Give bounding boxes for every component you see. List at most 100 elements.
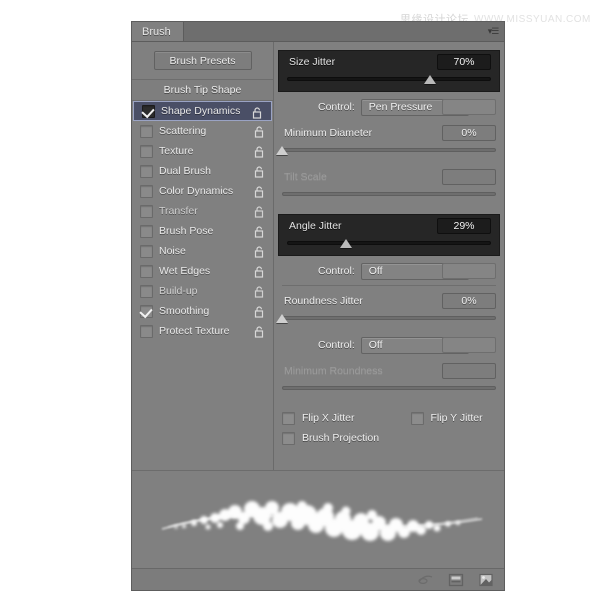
new-brush-icon[interactable] (478, 572, 494, 587)
angle-jitter-slider[interactable] (287, 237, 491, 253)
tab-strip-filler (183, 22, 482, 41)
roundness-jitter-track (282, 316, 496, 320)
checkbox-brush-projection[interactable] (282, 431, 295, 445)
angle-jitter-value[interactable]: 29% (437, 218, 491, 234)
minimum-diameter-thumb[interactable] (276, 146, 288, 155)
panel-menu-icon[interactable]: ▾☰ (482, 22, 504, 41)
lock-open-icon[interactable] (254, 285, 265, 298)
checkbox-build-up[interactable] (140, 284, 153, 298)
checkbox-transfer[interactable] (140, 204, 153, 218)
brush-tip-shape-label: Brush Tip Shape (163, 84, 242, 96)
sidebar-item-brush-tip-shape[interactable]: Brush Tip Shape (132, 79, 273, 101)
checkbox-flip-x-jitter[interactable] (282, 411, 295, 425)
brush-presets-button[interactable]: Brush Presets (153, 51, 252, 70)
checkbox-shape-dynamics[interactable] (142, 104, 155, 118)
sidebar-item-label: Transfer (159, 205, 198, 217)
screenshot-root: 思缘设计论坛 WWW.MISSYUAN.COM Brush ▾☰ Brush P… (0, 0, 600, 613)
sidebar-item-label: Protect Texture (159, 325, 230, 337)
size-control-row: Control: Pen Pressure (274, 96, 504, 118)
angle-jitter-track (287, 241, 491, 245)
sidebar-item-label: Brush Pose (159, 225, 214, 237)
roundness-control-value: Off (368, 339, 383, 351)
sidebar-item-noise[interactable]: Noise (132, 241, 273, 261)
brush-panel: Brush ▾☰ Brush Presets Brush Tip Shape S… (131, 21, 505, 591)
brush-stroke-icon[interactable] (418, 572, 434, 587)
angle-jitter-block: Angle Jitter 29% (278, 214, 500, 256)
checkbox-brush-pose[interactable] (140, 224, 153, 238)
sidebar-item-transfer[interactable]: Transfer (132, 201, 273, 221)
lock-open-icon[interactable] (254, 245, 265, 258)
lock-open-icon[interactable] (254, 185, 265, 198)
lock-open-icon[interactable] (254, 165, 265, 178)
roundness-jitter-label: Roundness Jitter (284, 295, 363, 307)
tab-brush[interactable]: Brush (132, 22, 184, 41)
minimum-roundness-track (282, 386, 496, 390)
size-jitter-thumb[interactable] (423, 75, 436, 84)
checkbox-noise[interactable] (140, 244, 153, 258)
sidebar-item-build-up[interactable]: Build-up (132, 281, 273, 301)
angle-control-value: Off (368, 265, 383, 277)
tilt-scale-track (282, 192, 496, 196)
minimum-diameter-track (282, 148, 496, 152)
brush-stroke-preview (132, 470, 504, 571)
lock-open-icon[interactable] (254, 125, 265, 138)
checkbox-color-dynamics[interactable] (140, 184, 153, 198)
tilt-scale-value (442, 169, 496, 185)
flip-jitter-line: Flip X Jitter Flip Y Jitter (282, 408, 504, 428)
sidebar-item-wet-edges[interactable]: Wet Edges (132, 261, 273, 281)
sidebar-item-shape-dynamics[interactable]: Shape Dynamics (133, 101, 272, 121)
minimum-diameter-row: Minimum Diameter 0% (274, 122, 504, 144)
roundness-jitter-thumb[interactable] (276, 314, 288, 323)
sidebar-item-label: Color Dynamics (159, 185, 234, 197)
divider (282, 285, 496, 286)
sidebar-item-texture[interactable]: Texture (132, 141, 273, 161)
minimum-roundness-row: Minimum Roundness (274, 360, 504, 382)
lock-open-icon[interactable] (254, 265, 265, 278)
size-jitter-row: Size Jitter 70% (279, 51, 499, 73)
panel-menu-glyph: ▾☰ (487, 26, 500, 36)
flip-y-jitter-label: Flip Y Jitter (430, 412, 483, 424)
size-jitter-slider[interactable] (287, 73, 491, 89)
checkbox-flip-y-jitter[interactable] (410, 411, 424, 425)
checkbox-protect-texture[interactable] (140, 324, 153, 338)
lock-open-icon[interactable] (254, 205, 265, 218)
jitter-checkbox-area: Flip X Jitter Flip Y Jitter Brush Projec… (274, 400, 504, 448)
size-jitter-value[interactable]: 70% (437, 54, 491, 70)
lock-open-icon[interactable] (254, 225, 265, 238)
roundness-jitter-slider[interactable] (276, 312, 496, 328)
minimum-diameter-slider[interactable] (276, 144, 496, 160)
minimum-roundness-value (442, 363, 496, 379)
checkbox-scattering[interactable] (140, 124, 153, 138)
sidebar-item-scattering[interactable]: Scattering (132, 121, 273, 141)
sidebar-item-dual-brush[interactable]: Dual Brush (132, 161, 273, 181)
new-preset-icon[interactable] (448, 572, 464, 587)
sidebar-item-label: Dual Brush (159, 165, 211, 177)
sidebar-item-brush-pose[interactable]: Brush Pose (132, 221, 273, 241)
panel-tab-strip: Brush ▾☰ (132, 22, 504, 42)
sidebar-item-protect-texture[interactable]: Protect Texture (132, 321, 273, 341)
sidebar-item-smoothing[interactable]: Smoothing (132, 301, 273, 321)
sidebar-item-label: Build-up (159, 285, 198, 297)
size-control-value: Pen Pressure (368, 101, 433, 113)
checkbox-wet-edges[interactable] (140, 264, 153, 278)
angle-control-spacer (442, 263, 496, 279)
sidebar-item-label: Scattering (159, 125, 207, 137)
lock-open-icon[interactable] (254, 305, 265, 318)
checkbox-smoothing[interactable] (140, 304, 153, 318)
size-control-spacer (442, 99, 496, 115)
checkbox-dual-brush[interactable] (140, 164, 153, 178)
panel-body: Brush Presets Brush Tip Shape Shape Dyna… (132, 42, 504, 571)
roundness-jitter-value[interactable]: 0% (442, 293, 496, 309)
sidebar-item-label: Wet Edges (159, 265, 211, 277)
brush-option-list: Shape Dynamics Scattering Texture Dual B… (132, 101, 273, 341)
lock-open-icon[interactable] (254, 145, 265, 158)
angle-jitter-thumb[interactable] (340, 239, 353, 248)
tilt-scale-row: Tilt Scale (274, 166, 504, 188)
lock-open-icon[interactable] (254, 325, 265, 338)
checkbox-texture[interactable] (140, 144, 153, 158)
presets-button-wrap: Brush Presets (132, 42, 273, 70)
lock-open-icon[interactable] (252, 106, 263, 119)
sidebar-item-color-dynamics[interactable]: Color Dynamics (132, 181, 273, 201)
roundness-control-spacer (442, 337, 496, 353)
minimum-diameter-value[interactable]: 0% (442, 125, 496, 141)
